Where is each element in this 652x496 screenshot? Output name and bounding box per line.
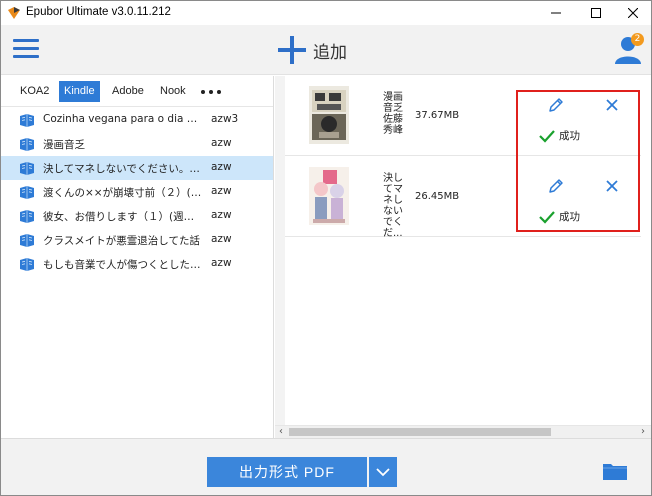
book-format: azw xyxy=(211,185,232,197)
book-title: クラスメイトが悪霊退治してた話 xyxy=(43,235,200,247)
vertical-gutter xyxy=(275,76,285,438)
scrollbar-thumb[interactable] xyxy=(289,428,551,436)
add-button-label: 追加 xyxy=(313,42,347,62)
edit-pencil-icon[interactable] xyxy=(547,96,565,114)
conversion-title: 決してマネしないでくだ... xyxy=(383,173,403,239)
minimize-button[interactable] xyxy=(536,1,576,25)
horizontal-scrollbar[interactable]: ‹ › xyxy=(275,425,651,438)
remove-x-icon[interactable] xyxy=(605,98,619,112)
hamburger-icon-bar xyxy=(13,47,39,50)
book-row[interactable]: 漫画音乏 azw xyxy=(1,132,273,156)
book-title: 決してマネしないでください。（… xyxy=(43,163,203,175)
edit-pencil-icon[interactable] xyxy=(547,177,565,195)
status-indicator: 成功 xyxy=(539,209,580,224)
hamburger-icon xyxy=(13,39,39,42)
book-icon xyxy=(20,186,34,199)
tab-kindle[interactable]: Kindle xyxy=(59,81,100,102)
plus-icon xyxy=(277,35,307,65)
close-window-button[interactable] xyxy=(613,1,651,25)
menu-button[interactable] xyxy=(13,39,39,61)
conversion-title: 漫画音乏佐藤秀峰 xyxy=(383,92,403,136)
file-size: 37.67MB xyxy=(415,110,460,121)
book-row[interactable]: クラスメイトが悪霊退治してた話 azw xyxy=(1,228,273,252)
output-format-button[interactable]: 出力形式 PDF xyxy=(207,457,367,487)
book-row[interactable]: もしも音業で人が傷つくとしたら… azw xyxy=(1,252,273,276)
book-format: azw xyxy=(211,137,232,149)
main-toolbar: 追加 2 xyxy=(1,25,651,75)
book-icon xyxy=(20,162,34,175)
book-title: 渡くんの××が崩壊寸前（２）(ヤ… xyxy=(43,187,203,199)
book-icon xyxy=(20,114,34,127)
book-title: 漫画音乏 xyxy=(43,139,85,151)
remove-x-icon[interactable] xyxy=(605,179,619,193)
book-cover-image xyxy=(309,86,349,144)
user-account-button[interactable]: 2 xyxy=(613,33,644,65)
tab-adobe[interactable]: Adobe xyxy=(107,81,149,102)
book-row[interactable]: Cozinha vegana para o dia a dia azw3 xyxy=(1,108,273,132)
book-icon xyxy=(20,138,34,151)
close-icon xyxy=(628,8,638,18)
book-title: Cozinha vegana para o dia a dia xyxy=(43,113,203,125)
more-dots-icon xyxy=(217,89,221,94)
scroll-right-arrow-icon[interactable]: › xyxy=(637,426,649,438)
book-format: azw xyxy=(211,233,232,245)
book-cover-image xyxy=(309,167,349,225)
book-row[interactable]: 渡くんの××が崩壊寸前（２）(ヤ… azw xyxy=(1,180,273,204)
conversion-row: 2 決してマネしないでくだ... 26.45MB xyxy=(275,157,641,239)
more-tabs-button[interactable] xyxy=(201,81,221,102)
conversion-row: 1 漫画音乏佐藤秀峰 37.67MB xyxy=(275,76,641,156)
minimize-icon xyxy=(551,12,561,14)
scroll-left-arrow-icon[interactable]: ‹ xyxy=(275,426,287,438)
book-icon xyxy=(20,210,34,223)
status-text: 成功 xyxy=(559,211,580,223)
book-icon xyxy=(20,258,34,271)
more-dots-icon xyxy=(201,89,205,94)
footer-bar: 出力形式 PDF xyxy=(1,438,651,495)
add-button[interactable]: 追加 xyxy=(277,35,347,65)
book-icon xyxy=(20,234,34,247)
output-format-dropdown[interactable] xyxy=(369,457,397,487)
book-title: 彼女、お借りします（１）(週刊少… xyxy=(43,211,203,223)
more-dots-icon xyxy=(209,89,213,94)
status-text: 成功 xyxy=(559,130,580,142)
book-title: もしも音業で人が傷つくとしたら… xyxy=(43,259,203,271)
device-tabs: KOA2 Kindle Adobe Nook xyxy=(1,76,273,107)
book-format: azw3 xyxy=(211,113,239,125)
app-window: Epubor Ultimate v3.0.11.212 追加 2 KOA2 Ki… xyxy=(0,0,652,496)
conversion-panel: 1 漫画音乏佐藤秀峰 37.67MB xyxy=(275,76,651,438)
window-title: Epubor Ultimate v3.0.11.212 xyxy=(26,6,171,18)
library-panel: KOA2 Kindle Adobe Nook Cozinha vegana pa… xyxy=(1,76,274,438)
book-format: azw xyxy=(211,161,232,173)
check-icon xyxy=(539,129,555,143)
hamburger-icon-bar xyxy=(13,55,39,58)
tab-nook[interactable]: Nook xyxy=(155,81,191,102)
book-format: azw xyxy=(211,209,232,221)
book-row[interactable]: 彼女、お借りします（１）(週刊少… azw xyxy=(1,204,273,228)
status-indicator: 成功 xyxy=(539,128,580,143)
folder-icon[interactable] xyxy=(602,461,628,481)
app-logo-icon xyxy=(8,7,20,19)
book-format: azw xyxy=(211,257,232,269)
file-size: 26.45MB xyxy=(415,191,460,202)
tab-koa2[interactable]: KOA2 xyxy=(15,81,54,102)
maximize-button[interactable] xyxy=(576,1,616,25)
check-icon xyxy=(539,210,555,224)
maximize-icon xyxy=(591,8,601,18)
notification-badge: 2 xyxy=(631,33,644,46)
title-bar: Epubor Ultimate v3.0.11.212 xyxy=(1,1,651,25)
book-row-selected[interactable]: 決してマネしないでください。（… azw xyxy=(1,156,273,180)
chevron-down-icon xyxy=(376,468,390,477)
